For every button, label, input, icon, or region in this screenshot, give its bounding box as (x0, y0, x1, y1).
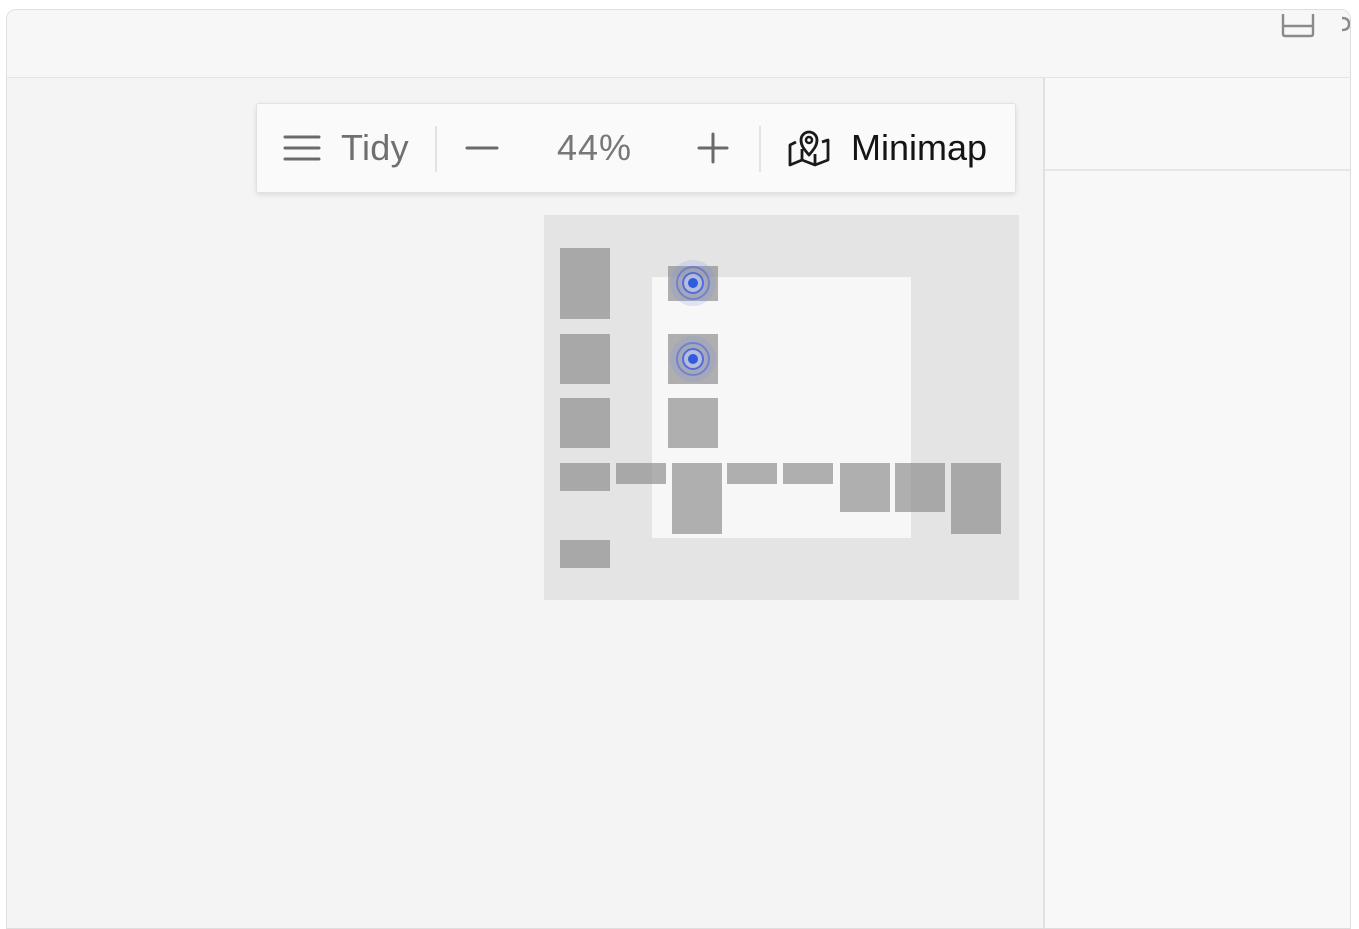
right-panel (1043, 78, 1350, 928)
zoom-out-button[interactable] (464, 104, 500, 192)
map-pin-icon[interactable] (787, 104, 831, 192)
minimap-node (560, 463, 610, 491)
minimap-node (668, 398, 718, 448)
minus-icon (465, 146, 499, 150)
trigger-marker-icon (670, 336, 716, 382)
workflow-canvas[interactable]: Tidy 44% Minimap (7, 78, 1043, 928)
top-bar (7, 10, 1350, 78)
minimap-node (951, 463, 1001, 534)
tidy-button[interactable]: Tidy (341, 104, 409, 192)
zoom-level-label: 44% (557, 127, 633, 168)
plus-icon (697, 132, 729, 164)
minimap-node (616, 463, 666, 484)
minimap-node (895, 463, 945, 512)
toolbar-divider (435, 126, 437, 172)
trigger-marker-icon (670, 260, 716, 306)
minimap[interactable] (544, 215, 1019, 600)
minimap-node (727, 463, 777, 484)
minimap-node (783, 463, 833, 484)
minimap-node (560, 540, 610, 568)
panel-layout-icon[interactable] (1281, 14, 1315, 43)
canvas-toolbar: Tidy 44% Minimap (256, 103, 1016, 193)
minimap-node (840, 463, 890, 512)
right-panel-header (1045, 78, 1350, 171)
minimap-node (560, 248, 610, 319)
app-window: Tidy 44% Minimap (6, 9, 1351, 929)
minimap-node (560, 398, 610, 448)
toolbar-divider (759, 126, 761, 172)
hamburger-menu-icon[interactable] (283, 104, 321, 192)
zoom-in-button[interactable] (695, 104, 731, 192)
link-icon[interactable] (1339, 14, 1350, 43)
minimap-toggle-label[interactable]: Minimap (851, 104, 987, 192)
minimap-node (672, 463, 722, 534)
minimap-node (560, 334, 610, 384)
